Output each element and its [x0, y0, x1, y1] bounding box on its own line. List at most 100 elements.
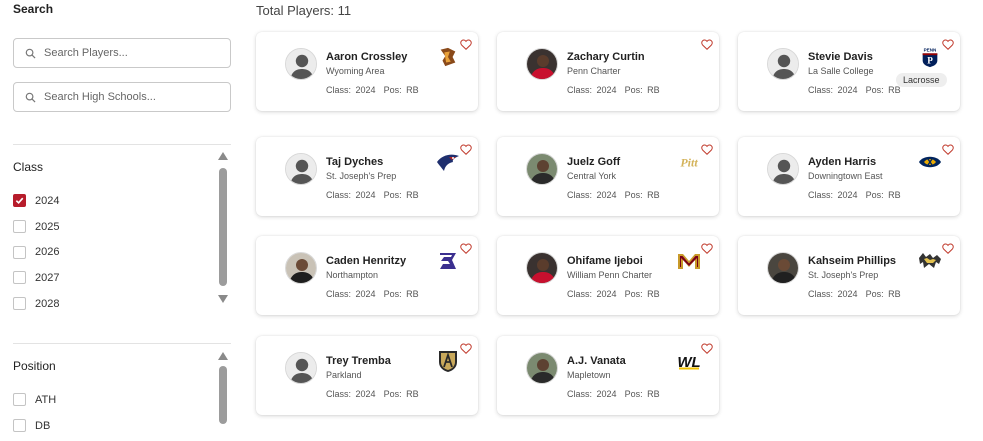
svg-text:P: P: [927, 55, 933, 65]
player-position: RB: [888, 85, 901, 95]
class-option-2026[interactable]: 2026: [13, 239, 59, 265]
player-search-input[interactable]: [44, 47, 214, 59]
player-name[interactable]: Ayden Harris: [808, 156, 876, 168]
player-card[interactable]: Stevie Davis La Salle College Class: 2024 P…: [738, 32, 960, 111]
pos-prefix: Pos:: [383, 190, 402, 200]
player-meta: Class: 2024 Pos: RB: [567, 85, 660, 95]
class-prefix: Class:: [567, 190, 593, 200]
checkbox[interactable]: [13, 220, 26, 234]
player-name[interactable]: Stevie Davis: [808, 51, 873, 63]
player-card[interactable]: Zachary Curtin Penn Charter Class: 2024 Pos…: [497, 32, 719, 111]
hawk-logo: [436, 150, 460, 174]
option-label: 2025: [35, 220, 60, 233]
class-option-2025[interactable]: 2025: [13, 214, 59, 240]
player-avatar: [767, 252, 799, 284]
player-card[interactable]: Kahseim Phillips St. Joseph's Prep Class: …: [738, 236, 960, 315]
heart-icon[interactable]: [942, 144, 954, 155]
army-shield-logo: [436, 349, 460, 373]
checkbox[interactable]: [13, 297, 26, 311]
pitt-logo-text: Pitt: [680, 156, 698, 170]
heart-icon[interactable]: [701, 343, 713, 354]
player-name[interactable]: Kahseim Phillips: [808, 255, 896, 267]
player-position: RB: [888, 289, 901, 299]
position-filter-title: Position: [13, 359, 56, 373]
player-school: La Salle College: [808, 66, 874, 76]
heart-icon[interactable]: [460, 343, 472, 354]
position-option-ath[interactable]: ATH: [13, 387, 56, 413]
class-prefix: Class:: [567, 389, 593, 399]
heart-icon[interactable]: [701, 39, 713, 50]
class-prefix: Class:: [808, 85, 834, 95]
class-filter-list: 2024 2025 2026 2027 2028: [13, 188, 59, 316]
class-scrollbar-thumb[interactable]: [219, 168, 227, 286]
heart-icon[interactable]: [460, 39, 472, 50]
class-filter-title: Class: [13, 160, 44, 174]
player-meta: Class: 2024 Pos: RB: [567, 389, 660, 399]
player-school: Penn Charter: [567, 66, 621, 76]
player-school: Central York: [567, 171, 617, 181]
player-card[interactable]: Ohifame Ijeboi William Penn Charter Class:…: [497, 236, 719, 315]
player-card[interactable]: Trey Tremba Parkland Class: 2024 Pos: RB: [256, 336, 478, 415]
player-name[interactable]: Taj Dyches: [326, 156, 383, 168]
heart-icon[interactable]: [701, 243, 713, 254]
class-option-2028[interactable]: 2028: [13, 291, 59, 317]
sport-badge: Lacrosse: [896, 73, 947, 87]
checkbox[interactable]: [13, 271, 26, 285]
pos-prefix: Pos:: [865, 190, 884, 200]
player-class: 2024: [355, 289, 376, 299]
option-label: ATH: [35, 393, 57, 406]
player-school: William Penn Charter: [567, 270, 653, 280]
scroll-down-arrow-icon[interactable]: [218, 295, 228, 303]
player-meta: Class: 2024 Pos: RB: [808, 85, 901, 95]
player-name[interactable]: Aaron Crossley: [326, 51, 407, 63]
player-meta: Class: 2024 Pos: RB: [326, 85, 419, 95]
player-position: RB: [647, 190, 660, 200]
player-name[interactable]: Caden Henritzy: [326, 255, 406, 267]
player-card[interactable]: Aaron Crossley Wyoming Area Class: 2024 Pos…: [256, 32, 478, 111]
heart-icon[interactable]: [942, 39, 954, 50]
heart-icon[interactable]: [460, 243, 472, 254]
divider: [13, 343, 231, 344]
pos-prefix: Pos:: [624, 190, 643, 200]
divider: [13, 144, 231, 145]
heart-icon[interactable]: [701, 144, 713, 155]
class-prefix: Class:: [808, 289, 834, 299]
scroll-up-arrow-icon[interactable]: [218, 352, 228, 360]
player-card[interactable]: Juelz Goff Central York Class: 2024 Pos: RB…: [497, 137, 719, 216]
scroll-up-arrow-icon[interactable]: [218, 152, 228, 160]
class-prefix: Class:: [326, 85, 352, 95]
player-avatar: [285, 48, 317, 80]
checkbox[interactable]: [13, 419, 26, 433]
heart-icon[interactable]: [942, 243, 954, 254]
class-option-2024[interactable]: 2024: [13, 188, 59, 214]
player-name[interactable]: Trey Tremba: [326, 355, 391, 367]
player-avatar: [526, 252, 558, 284]
player-name[interactable]: Ohifame Ijeboi: [567, 255, 643, 267]
player-name[interactable]: A.J. Vanata: [567, 355, 626, 367]
position-scrollbar-thumb[interactable]: [219, 366, 227, 424]
player-card[interactable]: Ayden Harris Downingtown East Class: 2024 P…: [738, 137, 960, 216]
class-option-2027[interactable]: 2027: [13, 265, 59, 291]
penn-logo-text: PENN: [924, 48, 937, 53]
player-avatar: [526, 48, 558, 80]
position-option-db[interactable]: DB: [13, 413, 56, 439]
player-school: St. Joseph's Prep: [808, 270, 879, 280]
lehigh-logo: [436, 45, 460, 69]
school-search-input[interactable]: [44, 91, 214, 103]
player-name[interactable]: Zachary Curtin: [567, 51, 645, 63]
checkbox[interactable]: [13, 245, 26, 259]
checkbox[interactable]: [13, 393, 26, 407]
player-card[interactable]: Caden Henritzy Northampton Class: 2024 Pos:…: [256, 236, 478, 315]
player-search-box[interactable]: [13, 38, 231, 68]
school-search-box[interactable]: [13, 82, 231, 112]
option-label: 2028: [35, 297, 60, 310]
player-class: 2024: [596, 389, 617, 399]
player-card[interactable]: Taj Dyches St. Joseph's Prep Class: 2024 Po…: [256, 137, 478, 216]
player-class: 2024: [837, 289, 858, 299]
heart-icon[interactable]: [460, 144, 472, 155]
player-name[interactable]: Juelz Goff: [567, 156, 620, 168]
player-card[interactable]: A.J. Vanata Mapletown Class: 2024 Pos: RB WL: [497, 336, 719, 415]
player-school: Mapletown: [567, 370, 611, 380]
checkbox[interactable]: [13, 194, 26, 208]
player-position: RB: [406, 85, 419, 95]
